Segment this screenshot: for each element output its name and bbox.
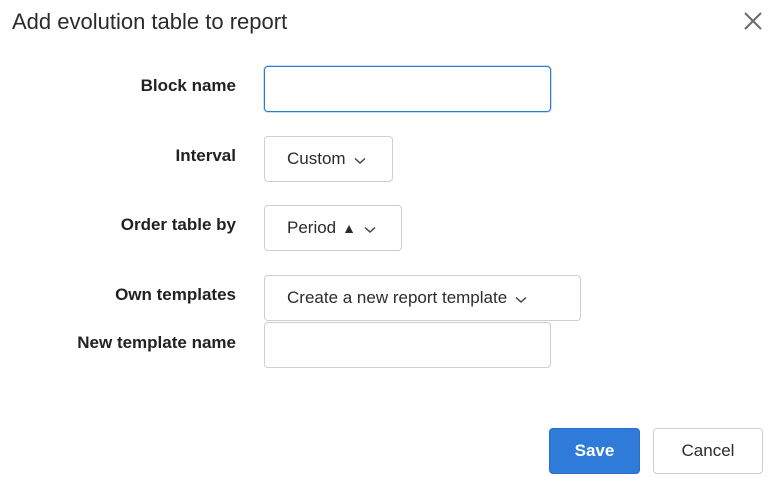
own-templates-label: Own templates	[115, 285, 236, 304]
own-templates-select[interactable]: Create a new report template	[264, 275, 581, 321]
new-template-name-input[interactable]	[264, 322, 551, 368]
sort-ascending-icon: ▲	[342, 220, 356, 236]
close-icon	[744, 12, 762, 30]
save-button[interactable]: Save	[549, 428, 640, 474]
cancel-button[interactable]: Cancel	[653, 428, 763, 474]
chevron-down-icon	[354, 150, 366, 170]
new-template-name-label: New template name	[77, 333, 236, 352]
order-table-by-label: Order table by	[120, 215, 236, 234]
interval-value: Custom	[287, 149, 346, 168]
chevron-down-icon	[364, 219, 376, 239]
order-table-by-value: Period	[287, 218, 337, 237]
interval-select[interactable]: Custom	[264, 136, 393, 182]
own-templates-value: Create a new report template	[287, 288, 508, 307]
block-name-input[interactable]	[264, 66, 551, 112]
dialog-title: Add evolution table to report	[12, 9, 288, 34]
close-button[interactable]	[738, 6, 768, 36]
chevron-down-icon	[515, 289, 527, 309]
interval-label: Interval	[175, 146, 236, 165]
block-name-label: Block name	[140, 76, 236, 95]
add-evolution-table-dialog: Add evolution table to report Block name…	[0, 0, 772, 486]
order-table-by-select[interactable]: Period ▲	[264, 205, 402, 251]
